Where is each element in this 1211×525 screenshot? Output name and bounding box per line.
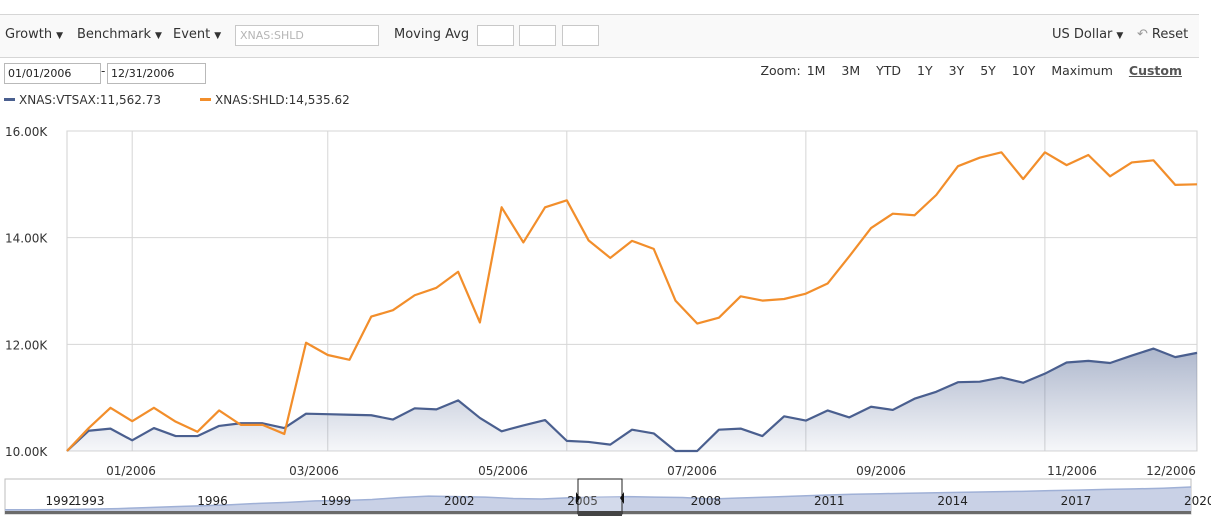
navigator-year-label: 1992 — [45, 494, 76, 508]
range-navigator[interactable]: 19921993 1996 1999 2002 2005 2008 2011 2014 2017… — [0, 0, 1211, 525]
navigator-year-label: 2020 — [1184, 494, 1211, 508]
navigator-year-label: 2011 — [814, 494, 845, 508]
navigator-year-label: 1996 — [197, 494, 228, 508]
navigator-year-label: 1993 — [74, 494, 105, 508]
navigator-year-label: 1999 — [321, 494, 352, 508]
navigator-year-label: 2017 — [1061, 494, 1092, 508]
navigator-year-label: 2002 — [444, 494, 475, 508]
navigator-selection-bar — [578, 511, 622, 516]
navigator-year-label: 2014 — [937, 494, 968, 508]
navigator-selection — [577, 478, 623, 515]
navigator-year-label: 2008 — [691, 494, 722, 508]
